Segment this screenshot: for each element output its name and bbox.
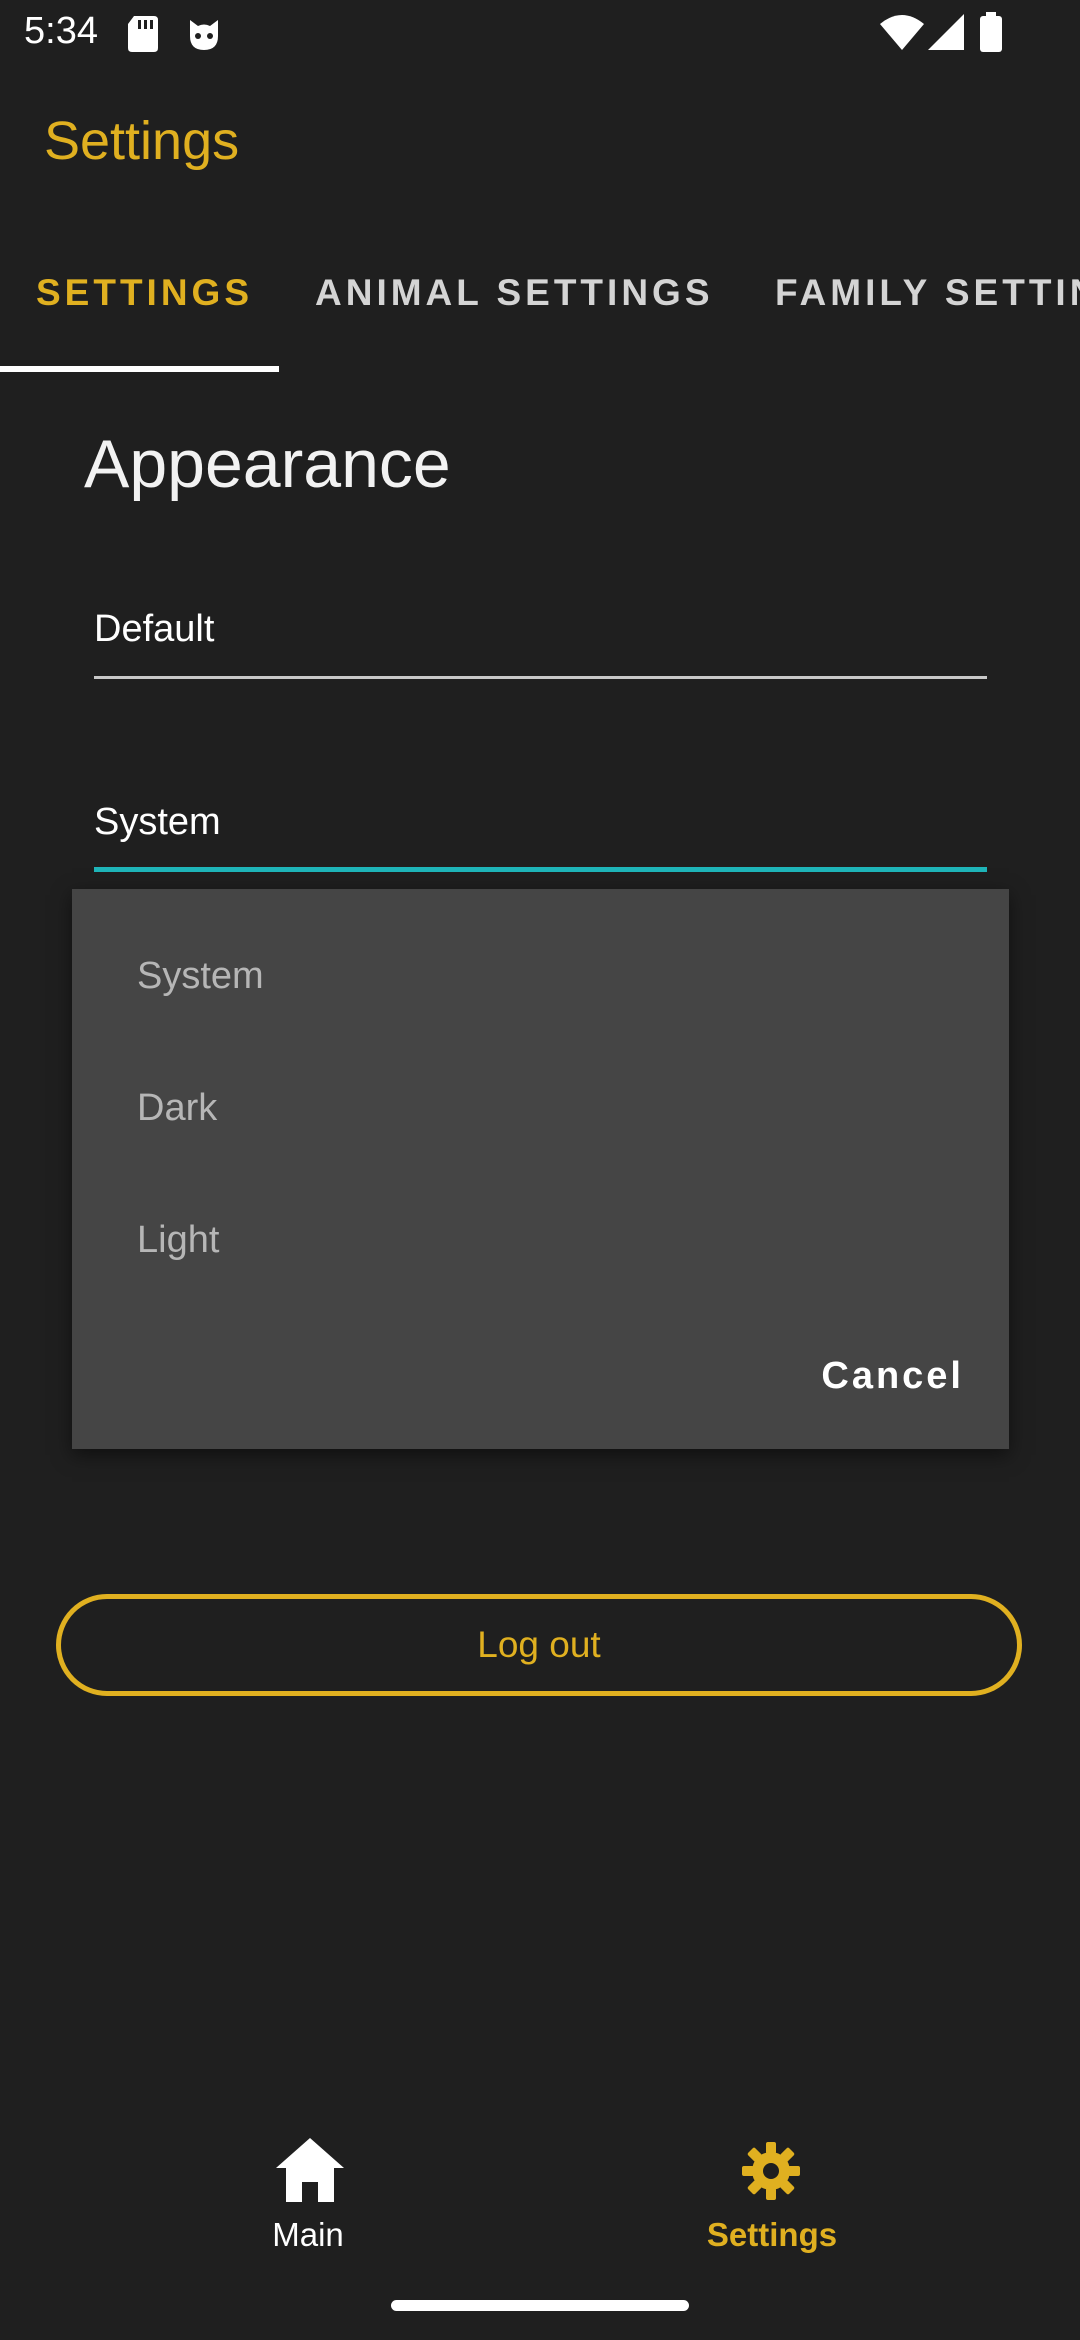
mode-field-underline	[94, 867, 987, 872]
mode-field[interactable]: System	[94, 775, 987, 875]
status-bar: 5:34	[0, 0, 1080, 66]
mode-dropdown-dialog: System Dark Light Cancel	[72, 889, 1009, 1449]
theme-field-underline	[94, 676, 987, 679]
cat-face-icon	[190, 20, 218, 50]
battery-icon	[980, 12, 1002, 52]
dropdown-option-light[interactable]: Light	[137, 1219, 219, 1262]
theme-field[interactable]: Default	[94, 580, 987, 680]
home-gesture-indicator[interactable]	[391, 2300, 689, 2311]
nav-label-main: Main	[272, 2216, 344, 2253]
page-title: Settings	[44, 111, 240, 171]
logout-label: Log out	[477, 1624, 601, 1665]
tab-settings[interactable]: SETTINGS	[36, 272, 253, 314]
signal-icon	[928, 14, 964, 50]
gear-icon	[742, 2142, 800, 2200]
cancel-button[interactable]: Cancel	[821, 1355, 964, 1398]
logout-button[interactable]: Log out	[56, 1594, 1022, 1696]
section-title: Appearance	[84, 426, 451, 502]
dropdown-option-dark[interactable]: Dark	[137, 1087, 217, 1130]
mode-field-value: System	[94, 801, 221, 843]
theme-field-value: Default	[94, 608, 215, 650]
nav-item-settings[interactable]: Settings	[662, 2138, 882, 2258]
home-icon	[276, 2138, 344, 2202]
tab-animal-settings[interactable]: ANIMAL SETTINGS	[315, 272, 714, 314]
sd-card-icon	[128, 16, 158, 52]
wifi-icon	[880, 15, 924, 50]
tab-indicator	[0, 366, 279, 372]
nav-item-main[interactable]: Main	[198, 2138, 418, 2258]
nav-label-settings: Settings	[706, 2216, 838, 2253]
dropdown-option-system[interactable]: System	[137, 955, 264, 998]
status-time: 5:34	[24, 10, 98, 52]
tab-family-settings[interactable]: FAMILY SETTIN	[775, 272, 1080, 314]
